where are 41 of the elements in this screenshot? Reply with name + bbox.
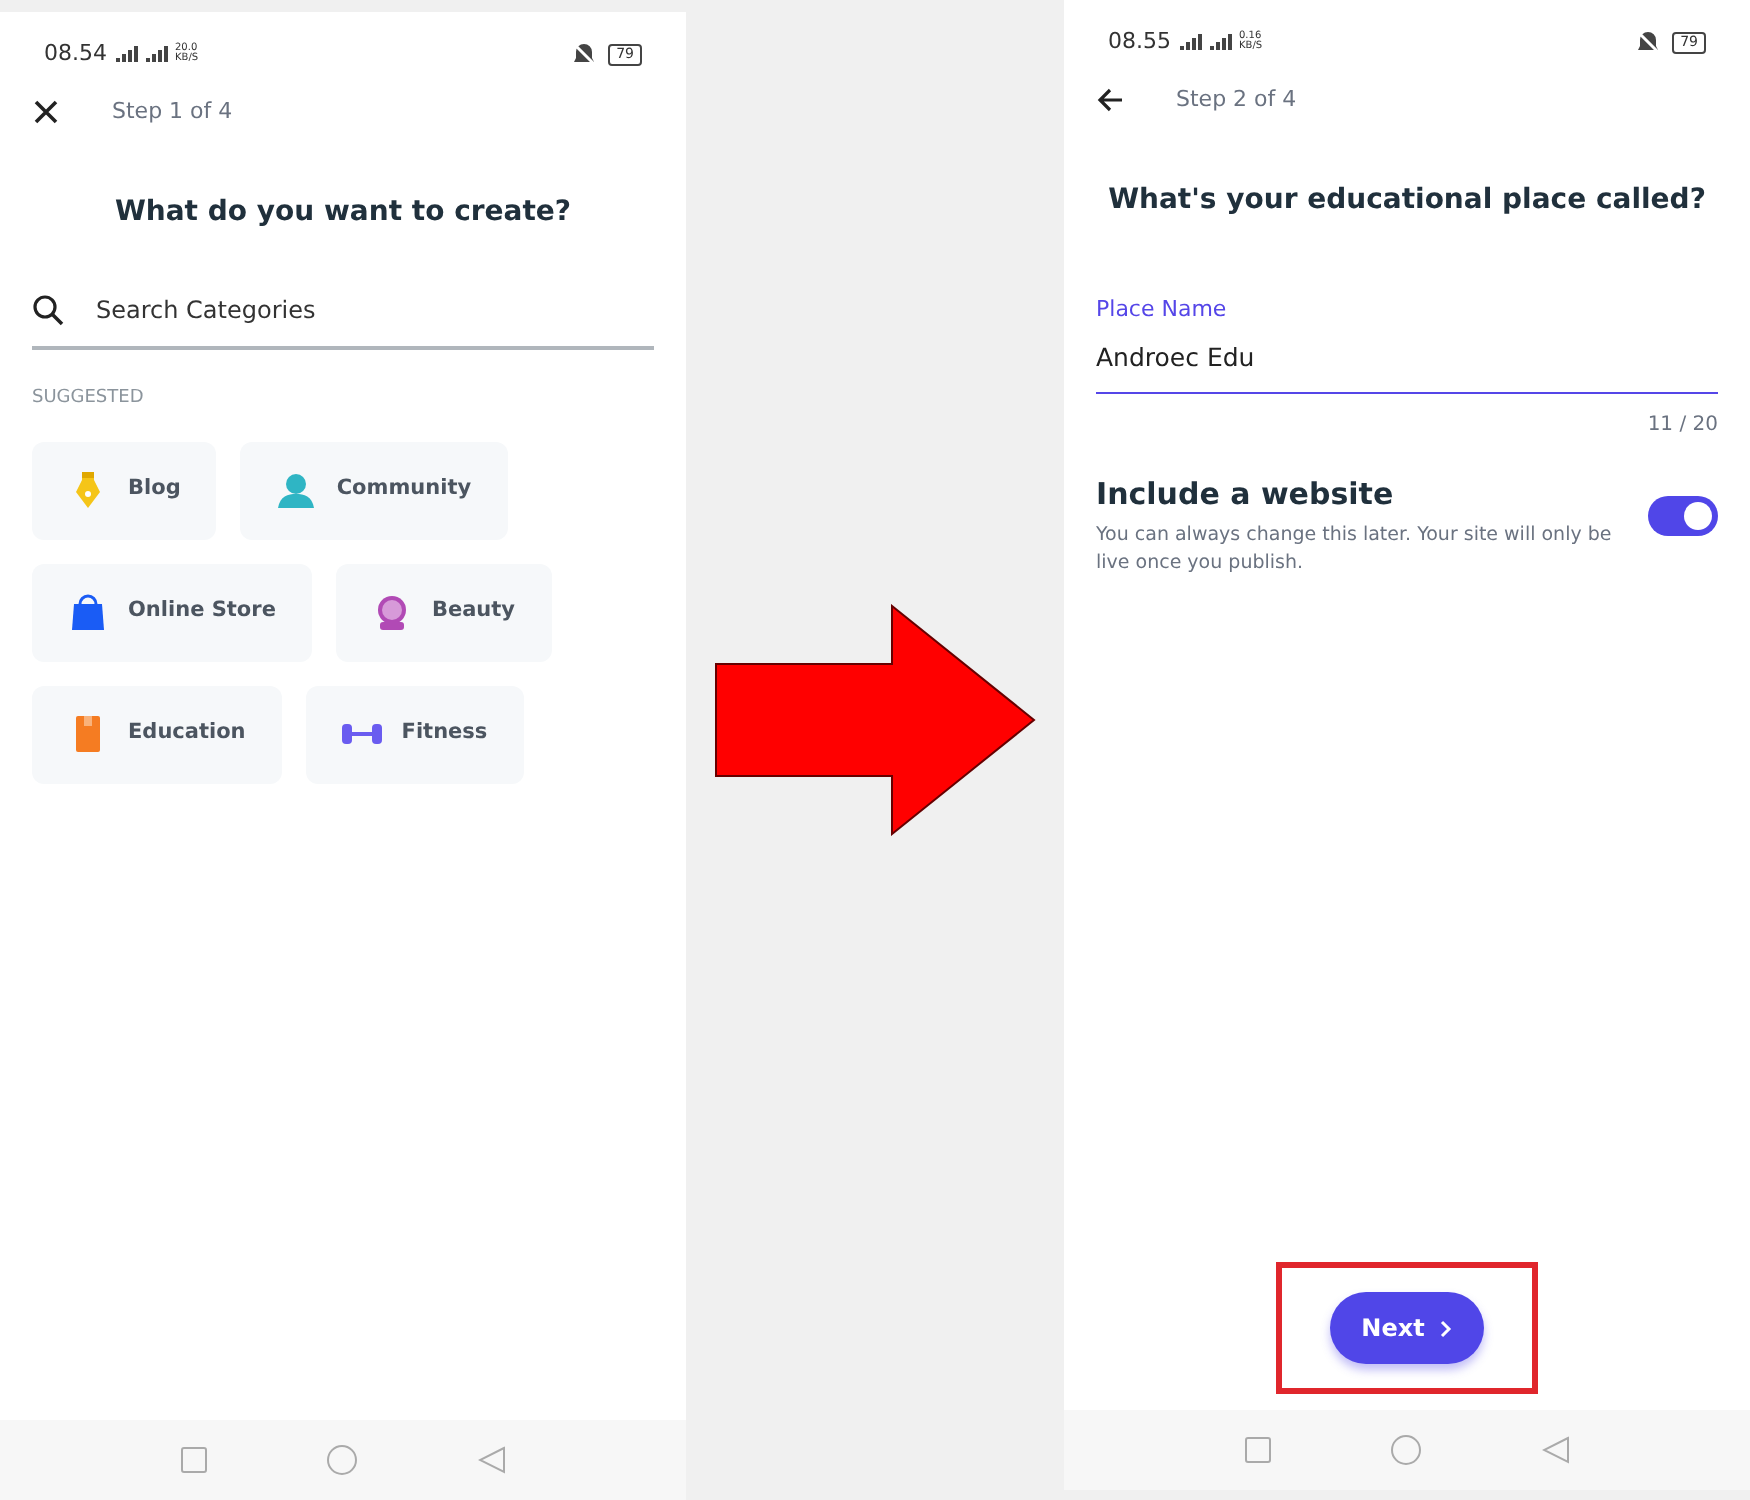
category-chip[interactable]: Blog <box>32 441 217 539</box>
page-title: What do you want to create? <box>112 194 574 232</box>
category-chip[interactable]: Online Store <box>32 563 312 661</box>
home-icon[interactable] <box>1390 1434 1423 1466</box>
recent-apps-icon[interactable] <box>1243 1436 1272 1464</box>
muted-bell-icon <box>572 42 597 66</box>
muted-bell-icon <box>1636 30 1661 54</box>
shopping-bag-icon <box>68 592 108 632</box>
section-label: SUGGESTED <box>32 386 146 412</box>
person-icon <box>276 470 317 510</box>
back-icon[interactable] <box>1542 1436 1571 1464</box>
chevron-right-icon <box>1440 1319 1453 1337</box>
signal-icon <box>145 46 169 62</box>
signal-icon <box>1209 34 1233 50</box>
text-field[interactable]: Androec Edu <box>1096 339 1718 377</box>
back-icon[interactable] <box>478 1446 507 1474</box>
close-icon <box>32 98 60 126</box>
home-icon[interactable] <box>326 1444 359 1476</box>
signal-icon <box>1179 34 1203 50</box>
category-chip[interactable]: Fitness <box>305 685 524 783</box>
category-chip[interactable]: Beauty <box>335 563 552 661</box>
back-button[interactable] <box>1096 86 1124 114</box>
clock: 08.55 <box>1108 25 1171 58</box>
setting-description: You can always change this later. Your site will only be live once you publish. <box>1096 522 1614 578</box>
page-title: What's your educational place called? <box>1106 182 1708 220</box>
category-chip[interactable]: Education <box>32 685 282 783</box>
signal-icon <box>115 46 139 62</box>
arrow-icon <box>713 604 1037 836</box>
step-indicator: Step 2 of 4 <box>1176 83 1297 116</box>
step-indicator: Step 1 of 4 <box>112 95 233 128</box>
toggle-switch[interactable] <box>1648 495 1718 535</box>
search-icon <box>32 294 64 326</box>
next-button[interactable]: Next <box>1329 1292 1485 1364</box>
close-button[interactable] <box>32 98 60 126</box>
recent-apps-icon[interactable] <box>179 1446 208 1474</box>
setting-title: Include a website <box>1096 473 1396 515</box>
character-counter: 11 / 20 <box>1645 411 1718 439</box>
field-label: Place Name <box>1096 294 1229 326</box>
clock: 08.54 <box>44 37 107 70</box>
category-chip[interactable]: Community <box>240 441 508 539</box>
back-arrow-icon <box>1096 86 1124 114</box>
